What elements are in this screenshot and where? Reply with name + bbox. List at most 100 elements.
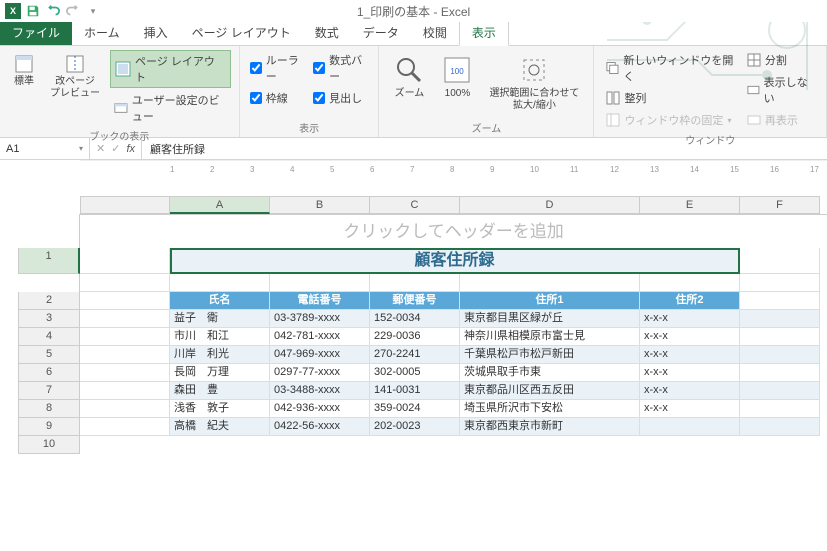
tab-home[interactable]: ホーム xyxy=(72,20,132,45)
cell[interactable] xyxy=(80,382,170,400)
cell[interactable] xyxy=(80,400,170,418)
tab-data[interactable]: データ xyxy=(351,20,411,45)
enter-icon[interactable]: ✓ xyxy=(111,142,120,155)
cell[interactable]: 森田 豊 xyxy=(170,382,270,400)
cell[interactable] xyxy=(740,418,820,436)
column-header[interactable]: F xyxy=(740,196,820,214)
cell[interactable]: 長岡 万理 xyxy=(170,364,270,382)
cell[interactable]: x-x-x xyxy=(640,382,740,400)
cell[interactable]: 千葉県松戸市松戸新田 xyxy=(460,346,640,364)
row-header[interactable]: 9 xyxy=(18,418,80,436)
cell[interactable]: 茨城県取手市東 xyxy=(460,364,640,382)
ruler-checkbox[interactable]: ルーラー xyxy=(248,50,307,86)
cell[interactable]: 東京都品川区西五反田 xyxy=(460,382,640,400)
cell[interactable]: 0422-56-xxxx xyxy=(270,418,370,436)
row-header[interactable]: 8 xyxy=(18,400,80,418)
cell[interactable]: 東京都目黒区緑が丘 xyxy=(460,310,640,328)
cell[interactable]: x-x-x xyxy=(640,328,740,346)
column-header[interactable]: B xyxy=(270,196,370,214)
custom-views-button[interactable]: ユーザー設定のビュー xyxy=(110,90,231,126)
zoom-to-selection-button[interactable]: 選択範囲に合わせて 拡大/縮小 xyxy=(483,50,585,116)
cell[interactable]: 郵便番号 xyxy=(370,292,460,310)
cell[interactable]: 高橋 紀夫 xyxy=(170,418,270,436)
zoom-100-button[interactable]: 100 100% xyxy=(435,50,479,104)
cell[interactable]: 顧客住所録 xyxy=(170,248,740,274)
cell[interactable]: 359-0024 xyxy=(370,400,460,418)
hide-button[interactable]: 表示しない xyxy=(743,72,818,108)
cell[interactable]: 氏名 xyxy=(170,292,270,310)
cell[interactable]: 市川 和江 xyxy=(170,328,270,346)
column-header[interactable]: C xyxy=(370,196,460,214)
cell[interactable]: 042-936-xxxx xyxy=(270,400,370,418)
tab-file[interactable]: ファイル xyxy=(0,20,72,45)
fx-icon[interactable]: fx xyxy=(126,143,135,155)
pagebreak-preview-button[interactable]: 改ページ プレビュー xyxy=(44,50,106,104)
excel-icon[interactable]: X xyxy=(4,2,22,20)
cell[interactable] xyxy=(80,418,170,436)
cell[interactable] xyxy=(740,292,820,310)
cell[interactable]: 埼玉県所沢市下安松 xyxy=(460,400,640,418)
split-button[interactable]: 分割 xyxy=(743,50,818,70)
column-header[interactable]: E xyxy=(640,196,740,214)
cell[interactable] xyxy=(270,274,370,292)
cell[interactable]: 302-0005 xyxy=(370,364,460,382)
zoom-button[interactable]: ズーム xyxy=(387,50,431,104)
cell[interactable]: 浅香 敦子 xyxy=(170,400,270,418)
cancel-icon[interactable]: ✕ xyxy=(96,142,105,155)
cell[interactable]: 03-3789-xxxx xyxy=(270,310,370,328)
cell[interactable]: x-x-x xyxy=(640,400,740,418)
row-header[interactable]: 5 xyxy=(18,346,80,364)
unhide-button[interactable]: 再表示 xyxy=(743,110,818,130)
cell[interactable] xyxy=(740,310,820,328)
cell[interactable] xyxy=(460,274,640,292)
column-header[interactable]: D xyxy=(460,196,640,214)
cell[interactable] xyxy=(740,346,820,364)
cell[interactable] xyxy=(740,400,820,418)
normal-view-button[interactable]: 標準 xyxy=(8,50,40,92)
row-header[interactable]: 4 xyxy=(18,328,80,346)
cell[interactable] xyxy=(370,274,460,292)
cell[interactable]: x-x-x xyxy=(640,364,740,382)
cell[interactable] xyxy=(740,248,820,274)
undo-icon[interactable] xyxy=(44,2,62,20)
cell[interactable]: 神奈川県相模原市富士見 xyxy=(460,328,640,346)
redo-icon[interactable] xyxy=(64,2,82,20)
cell[interactable]: x-x-x xyxy=(640,310,740,328)
cell[interactable]: 229-0036 xyxy=(370,328,460,346)
formulabar-checkbox[interactable]: 数式バー xyxy=(311,50,370,86)
row-header[interactable]: 6 xyxy=(18,364,80,382)
cell[interactable] xyxy=(740,364,820,382)
cell[interactable]: 270-2241 xyxy=(370,346,460,364)
tab-insert[interactable]: 挿入 xyxy=(132,20,180,45)
tab-view[interactable]: 表示 xyxy=(459,19,509,46)
cell[interactable]: 住所1 xyxy=(460,292,640,310)
cell[interactable]: 0297-77-xxxx xyxy=(270,364,370,382)
cell[interactable] xyxy=(640,274,740,292)
row-header[interactable]: 2 xyxy=(18,292,80,310)
name-box[interactable]: A1 xyxy=(0,138,90,159)
cell[interactable] xyxy=(80,346,170,364)
cell[interactable] xyxy=(640,418,740,436)
cell[interactable]: 202-0023 xyxy=(370,418,460,436)
page-layout-button[interactable]: ページ レイアウト xyxy=(110,50,231,88)
cell[interactable] xyxy=(170,274,270,292)
new-window-button[interactable]: 新しいウィンドウを開く xyxy=(602,50,738,86)
arrange-button[interactable]: 整列 xyxy=(602,88,738,108)
cell[interactable]: 住所2 xyxy=(640,292,740,310)
cell[interactable] xyxy=(80,364,170,382)
column-header[interactable]: A xyxy=(170,196,270,214)
freeze-panes-button[interactable]: ウィンドウ枠の固定 ▾ xyxy=(602,110,738,130)
cell[interactable] xyxy=(80,310,170,328)
cell[interactable]: 047-969-xxxx xyxy=(270,346,370,364)
cell[interactable]: 152-0034 xyxy=(370,310,460,328)
cell[interactable]: 141-0031 xyxy=(370,382,460,400)
formula-input[interactable]: 顧客住所録 xyxy=(142,141,213,157)
cell[interactable] xyxy=(740,328,820,346)
header-prompt[interactable]: クリックしてヘッダーを追加 xyxy=(80,214,827,248)
cell[interactable] xyxy=(80,274,170,292)
row-header[interactable]: 7 xyxy=(18,382,80,400)
cell[interactable] xyxy=(80,292,170,310)
cell[interactable] xyxy=(80,248,170,274)
cell[interactable]: 03-3488-xxxx xyxy=(270,382,370,400)
cell[interactable] xyxy=(740,382,820,400)
